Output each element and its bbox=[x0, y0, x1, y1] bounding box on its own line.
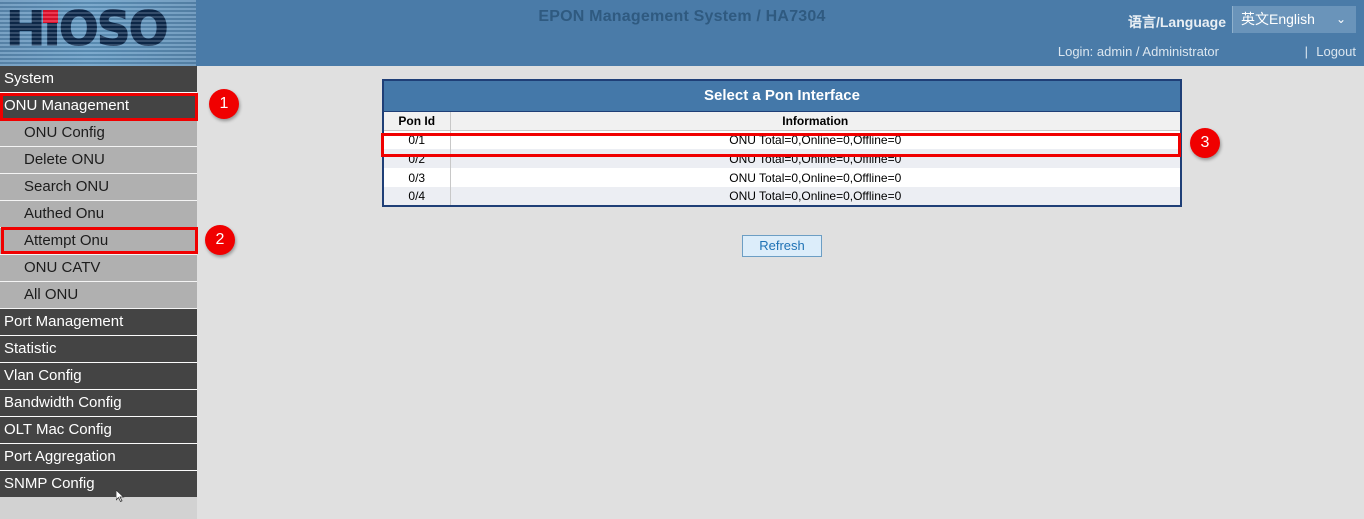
sidebar-item-label: SNMP Config bbox=[4, 475, 95, 492]
sidebar-item-all-onu[interactable]: All ONU bbox=[0, 282, 197, 309]
cell-pon-id: 0/2 bbox=[383, 149, 450, 168]
annotation-badge-3: 3 bbox=[1190, 128, 1220, 158]
chevron-down-icon: ⌄ bbox=[1336, 6, 1346, 33]
annotation-badge-2: 2 bbox=[205, 225, 235, 255]
sidebar-item-delete-onu[interactable]: Delete ONU bbox=[0, 147, 197, 174]
login-info: Login: admin / Administrator bbox=[1058, 44, 1219, 59]
sidebar-item-bandwidth-config[interactable]: Bandwidth Config bbox=[0, 390, 197, 417]
logout-link[interactable]: Logout bbox=[1316, 44, 1356, 59]
sidebar-item-label: Attempt Onu bbox=[24, 232, 108, 249]
sidebar-item-label: Delete ONU bbox=[24, 151, 105, 168]
sidebar-item-label: System bbox=[4, 70, 54, 87]
language-label: 语言/Language bbox=[1128, 12, 1226, 32]
table-row[interactable]: 0/2 ONU Total=0,Online=0,Offline=0 bbox=[383, 149, 1181, 168]
sidebar-item-olt-mac-config[interactable]: OLT Mac Config bbox=[0, 417, 197, 444]
sidebar-item-label: Port Aggregation bbox=[4, 448, 116, 465]
annotation-badge-1: 1 bbox=[209, 89, 239, 119]
cell-pon-id: 0/3 bbox=[383, 168, 450, 187]
sidebar-item-authed-onu[interactable]: Authed Onu bbox=[0, 201, 197, 228]
sidebar-item-search-onu[interactable]: Search ONU bbox=[0, 174, 197, 201]
logo-text: HIOSO bbox=[6, 2, 167, 58]
cursor-icon bbox=[116, 489, 126, 501]
sidebar-item-port-management[interactable]: Port Management bbox=[0, 309, 197, 336]
page-header: HIOSO EPON Management System / HA7304 语言… bbox=[0, 0, 1364, 66]
sidebar-item-onu-config[interactable]: ONU Config bbox=[0, 120, 197, 147]
sidebar-item-label: ONU Management bbox=[4, 97, 129, 114]
sidebar-item-label: All ONU bbox=[24, 286, 78, 303]
cell-pon-id: 0/1 bbox=[383, 130, 450, 149]
table-header-row: Pon Id Information bbox=[383, 111, 1181, 130]
brand-logo: HIOSO bbox=[0, 0, 196, 66]
sidebar-item-label: Search ONU bbox=[24, 178, 109, 195]
sidebar-nav: System ONU Management ONU Config Delete … bbox=[0, 66, 197, 519]
sidebar-filler bbox=[0, 497, 197, 519]
cell-information: ONU Total=0,Online=0,Offline=0 bbox=[450, 130, 1181, 149]
language-select[interactable]: 英文English ⌄ bbox=[1232, 6, 1356, 33]
table-title-row: Select a Pon Interface bbox=[383, 80, 1181, 111]
pon-interface-table: Select a Pon Interface Pon Id Informatio… bbox=[382, 79, 1182, 207]
column-header-pon-id: Pon Id bbox=[383, 111, 450, 130]
sidebar-item-vlan-config[interactable]: Vlan Config bbox=[0, 363, 197, 390]
sidebar-item-snmp-config[interactable]: SNMP Config bbox=[0, 471, 197, 498]
table-row[interactable]: 0/1 ONU Total=0,Online=0,Offline=0 bbox=[383, 130, 1181, 149]
column-header-information: Information bbox=[450, 111, 1181, 130]
sidebar-item-label: Vlan Config bbox=[4, 367, 82, 384]
sidebar-item-onu-management[interactable]: ONU Management bbox=[0, 93, 197, 120]
sidebar-item-label: Port Management bbox=[4, 313, 123, 330]
sidebar-item-label: ONU CATV bbox=[24, 259, 100, 276]
sidebar-item-onu-catv[interactable]: ONU CATV bbox=[0, 255, 197, 282]
sidebar-item-label: Authed Onu bbox=[24, 205, 104, 222]
sidebar-item-label: Bandwidth Config bbox=[4, 394, 122, 411]
sidebar-item-statistic[interactable]: Statistic bbox=[0, 336, 197, 363]
language-select-value: 英文English bbox=[1241, 11, 1315, 27]
table-row[interactable]: 0/3 ONU Total=0,Online=0,Offline=0 bbox=[383, 168, 1181, 187]
table-row[interactable]: 0/4 ONU Total=0,Online=0,Offline=0 bbox=[383, 187, 1181, 206]
sidebar-item-label: ONU Config bbox=[24, 124, 105, 141]
logout-separator: | bbox=[1305, 44, 1308, 59]
sidebar-item-attempt-onu[interactable]: Attempt Onu bbox=[0, 228, 197, 255]
logo-accent-mark bbox=[43, 10, 58, 23]
cell-information: ONU Total=0,Online=0,Offline=0 bbox=[450, 187, 1181, 206]
sidebar-item-label: Statistic bbox=[4, 340, 57, 357]
main-content: Select a Pon Interface Pon Id Informatio… bbox=[197, 66, 1364, 519]
refresh-button[interactable]: Refresh bbox=[742, 235, 822, 257]
sidebar-item-port-aggregation[interactable]: Port Aggregation bbox=[0, 444, 197, 471]
cell-information: ONU Total=0,Online=0,Offline=0 bbox=[450, 149, 1181, 168]
table-title: Select a Pon Interface bbox=[383, 80, 1181, 111]
cell-information: ONU Total=0,Online=0,Offline=0 bbox=[450, 168, 1181, 187]
cell-pon-id: 0/4 bbox=[383, 187, 450, 206]
sidebar-item-label: OLT Mac Config bbox=[4, 421, 112, 438]
sidebar-item-system[interactable]: System bbox=[0, 66, 197, 93]
